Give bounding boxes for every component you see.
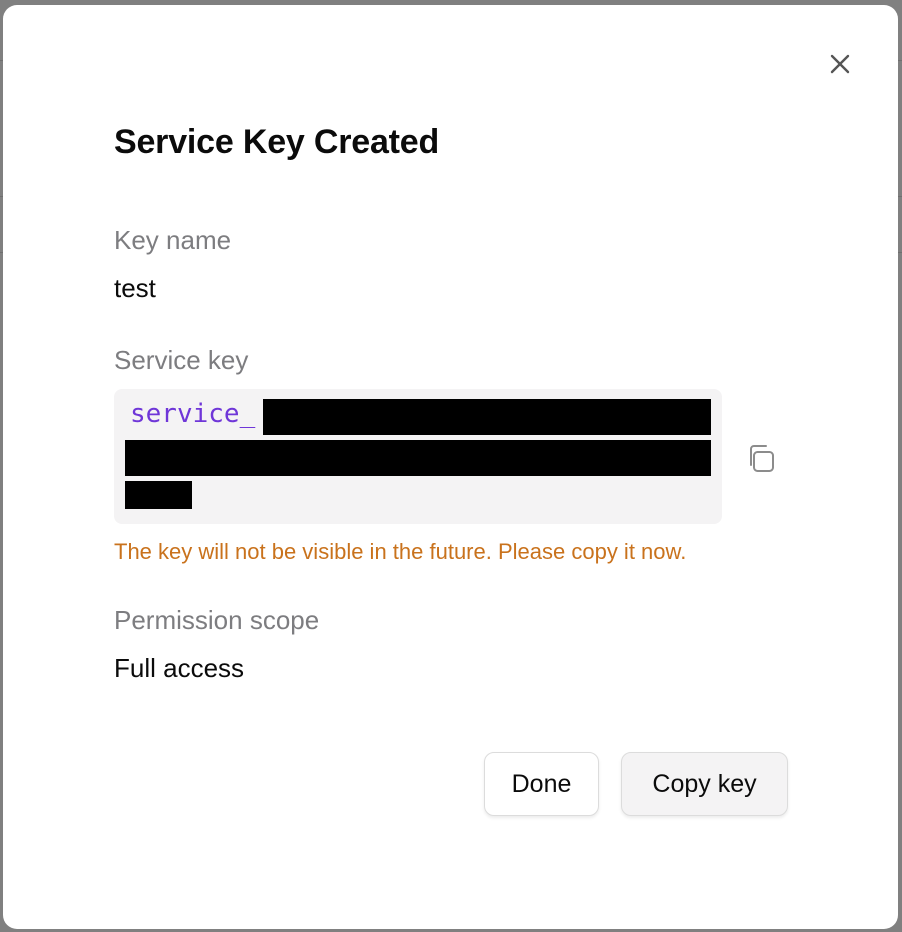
done-button[interactable]: Done (484, 752, 599, 816)
close-button[interactable] (823, 47, 857, 81)
permission-scope-label: Permission scope (114, 605, 320, 635)
copy-icon[interactable] (744, 441, 780, 477)
key-name-value: test (114, 273, 156, 303)
service-key-box[interactable]: service_ (114, 389, 722, 524)
redacted-key-segment (125, 481, 192, 509)
service-key-label: Service key (114, 345, 249, 375)
close-icon (830, 54, 850, 74)
redacted-key-segment (125, 440, 711, 476)
service-key-dialog: Service Key Created Key name test Servic… (3, 5, 898, 929)
dialog-title: Service Key Created (114, 123, 440, 161)
copy-key-button[interactable]: Copy key (621, 752, 788, 816)
service-key-prefix: service_ (130, 399, 256, 429)
key-name-label: Key name (114, 225, 232, 255)
copy-warning: The key will not be visible in the futur… (114, 539, 687, 564)
permission-scope-value: Full access (114, 653, 245, 683)
redacted-key-segment (263, 399, 711, 435)
